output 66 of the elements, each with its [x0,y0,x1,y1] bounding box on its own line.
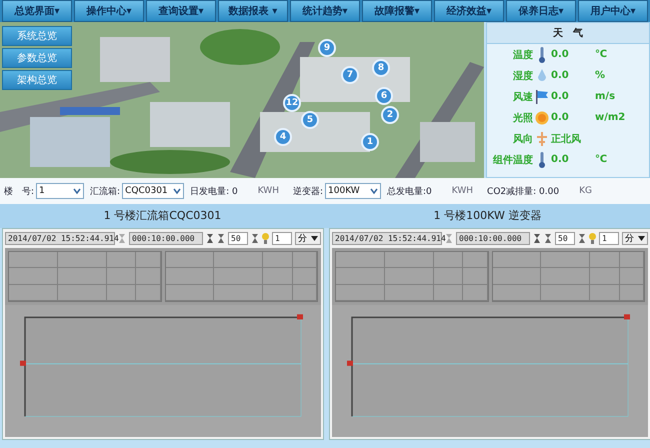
unit-label: KWH [452,186,474,196]
menu-tab[interactable]: 经济效益▾ [434,0,504,22]
dropdown[interactable]: 100KW [325,183,382,199]
unit-dropdown[interactable]: 分 [295,232,321,245]
menu-tab[interactable]: 查询设置▾ [146,0,216,22]
unit-label: KG [579,186,592,196]
step-field[interactable]: 1 [272,232,292,245]
hourglass-icon [206,232,214,244]
unit-label: m/s [595,91,616,102]
dropdown[interactable]: 1 [36,183,84,199]
unit-label: w/m2 [595,112,626,123]
field-label: 楼 号: [4,186,34,198]
wind-vane-icon [536,132,548,146]
weather-value: 0.0 [551,49,570,60]
weather-value: 0.0 [551,70,570,81]
nav-button[interactable]: 系统总览 [2,26,72,46]
weather-label: 温度 [512,48,533,62]
section-title: 1 号楼汇流箱CQC0301 [102,208,222,224]
weather-label: 风速 [512,90,533,104]
water-drop-icon [537,68,547,82]
thermometer-icon [539,46,545,62]
menu-tab[interactable]: 保养日志▾ [506,0,576,22]
unit-label: KWH [258,186,279,196]
unit-label: ℃ [595,49,608,60]
weather-label: 组件温度 [492,153,533,166]
unit-label: % [595,70,606,81]
count-field[interactable]: 50 [555,232,575,245]
bulb-icon [589,232,596,244]
weather-label: 湿度 [512,69,533,82]
menu-tab[interactable]: 故障报警▾ [362,0,432,22]
bulb-icon [262,232,269,244]
field-label: 汇流箱: [90,186,120,198]
weather-label: 风向 [512,132,533,146]
hourglass-icon [118,232,126,244]
reading-label: 总发电量:0 [387,186,432,198]
hourglass-icon [445,232,453,244]
caret-icon [311,236,318,241]
step-field[interactable]: 1 [599,232,619,245]
weather-value: 0.0 [551,112,570,123]
count-field[interactable]: 50 [228,232,248,245]
span-field[interactable]: 000:10:00.000 [456,232,530,245]
unit-dropdown[interactable]: 分 [622,232,648,245]
weather-label: 光照 [512,112,533,124]
section-title: 1 号楼100KW 逆变器 [432,208,542,224]
menu-tab[interactable]: 操作中心▾ [74,0,144,22]
flag-icon [536,90,548,104]
caret-icon [638,236,645,241]
unit-label: ℃ [595,154,608,165]
menu-tab[interactable]: 数据报表 ▾ [218,0,288,22]
weather-value: 0.0 [551,154,570,165]
nav-button[interactable]: 参数总览 [2,48,72,68]
span-field[interactable]: 000:10:00.000 [129,232,203,245]
dropdown[interactable]: CQC0301 [122,183,184,199]
thermometer-icon [539,152,545,168]
weather-value: 0.0 [551,91,570,102]
menu-tab[interactable]: 总览界面▾ [2,0,72,22]
menu-tab[interactable]: 统计趋势▾ [290,0,360,22]
menu-tab[interactable]: 用户中心▾ [578,0,648,22]
reading-label: CO2减排量: 0.00 [487,186,560,198]
weather-value: 正北风 [551,132,582,146]
reading-label: 日发电量: 0 [190,186,238,198]
panel-title: 天 气 [487,23,649,44]
hourglass-icon [533,232,541,244]
nav-button[interactable]: 架构总览 [2,70,72,90]
sun-icon [535,110,549,124]
field-label: 逆变器: [292,186,324,198]
